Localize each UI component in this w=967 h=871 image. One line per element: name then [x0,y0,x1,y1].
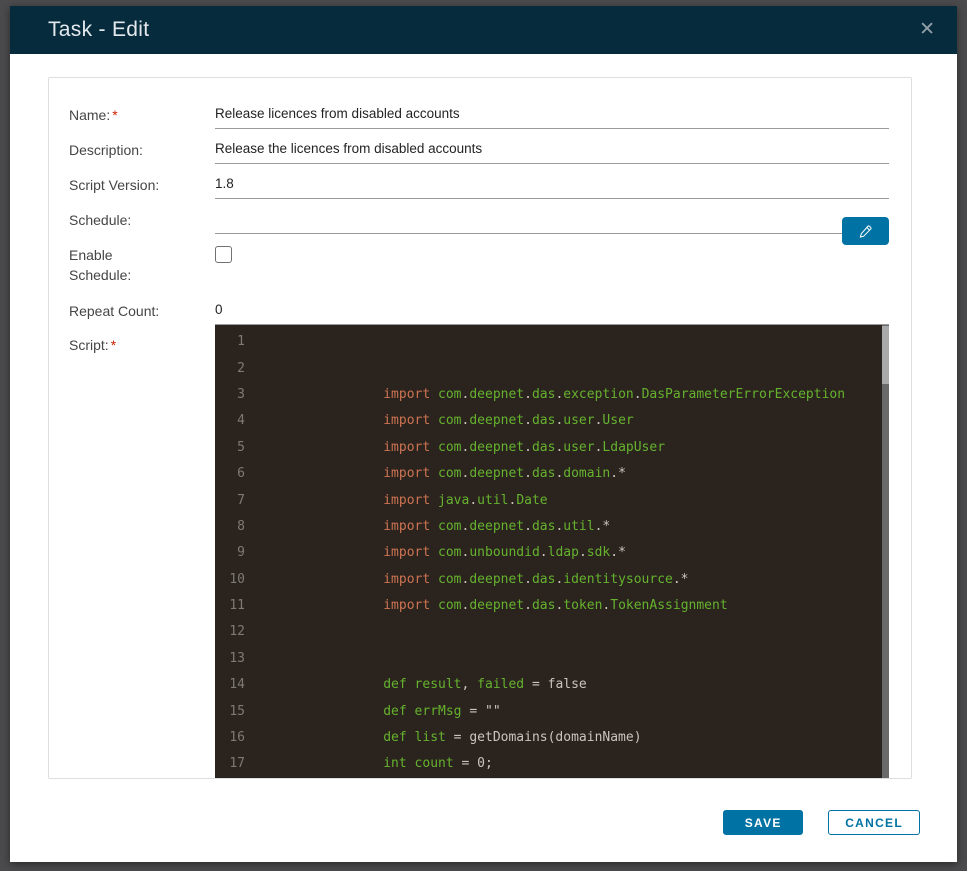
script-label-text: Script: [69,337,109,353]
code-line: 11 import com.deepnet.das.token.TokenAss… [215,593,889,619]
line-number: 16 [229,730,245,746]
modal-body: Name: * Release licences from disabled ac… [10,54,957,862]
name-value: Release licences from disabled accounts [215,106,460,121]
code-text: import com.unboundid.ldap.sdk.* [383,545,626,561]
enable-schedule-checkbox[interactable] [215,246,232,263]
code-line: 10 import com.deepnet.das.identitysource… [215,567,889,593]
code-line: 1 [215,329,889,355]
save-button[interactable]: SAVE [723,810,804,835]
line-number: 9 [237,545,245,561]
code-line: 14 def result, failed = false [215,672,889,698]
code-text: import java.util.Date [383,492,548,508]
modal-header: Task - Edit ✕ [10,6,957,54]
line-number: 4 [237,413,245,429]
description-value: Release the licences from disabled accou… [215,141,483,156]
required-asterisk: * [110,337,117,353]
page-background: Task - Edit ✕ Name: * Release licences fr… [0,0,967,871]
code-lines: 123 import com.deepnet.das.exception.Das… [215,329,889,778]
editor-scrollbar[interactable] [882,325,889,778]
name-label-text: Name: [69,107,111,123]
code-line: 4 import com.deepnet.das.user.User [215,408,889,434]
form-row-script: Script: * 123 import com.deepnet.das.exce… [69,325,889,778]
line-number: 12 [229,624,245,640]
code-text: def list = getDomains(domainName) [383,730,642,746]
modal-footer: SAVE CANCEL [48,810,920,835]
line-number: 11 [229,598,245,614]
code-text: def result, failed = false [383,677,587,693]
schedule-label: Schedule: [69,199,215,234]
editor-scrollbar-thumb[interactable] [882,326,889,384]
close-icon[interactable]: ✕ [917,18,937,41]
code-text: import com.deepnet.das.domain.* [383,466,626,482]
code-text: import com.deepnet.das.user.User [383,413,634,429]
code-text: int count = 0; [383,756,493,772]
code-line: 7 import java.util.Date [215,487,889,513]
enable-schedule-label: Enable Schedule: [69,234,215,290]
cancel-button[interactable]: CANCEL [828,810,920,835]
code-line: 8 import com.deepnet.das.util.* [215,514,889,540]
form-row-schedule: Schedule: [69,199,889,245]
repeat-count-value: 0 [215,302,223,317]
code-text: import com.deepnet.das.token.TokenAssign… [383,598,728,614]
script-version-input[interactable]: 1.8 [215,164,889,199]
script-version-label-text: Script Version: [69,177,160,193]
modal-title: Task - Edit [48,18,150,41]
form-row-script-version: Script Version: 1.8 [69,164,889,199]
form-card: Name: * Release licences from disabled ac… [48,77,912,779]
code-text: import com.deepnet.das.user.LdapUser [383,439,666,455]
code-line: 12 [215,619,889,645]
line-number: 7 [237,492,245,508]
description-label: Description: [69,129,215,164]
code-line: 5 import com.deepnet.das.user.LdapUser [215,435,889,461]
description-input[interactable]: Release the licences from disabled accou… [215,129,889,164]
repeat-count-input[interactable]: 0 [215,290,889,325]
line-number: 5 [237,439,245,455]
enable-schedule-label-text: Enable Schedule: [69,247,132,283]
script-version-label: Script Version: [69,164,215,199]
repeat-count-label-text: Repeat Count: [69,303,160,319]
repeat-count-label: Repeat Count: [69,290,215,325]
name-label: Name: * [69,94,215,129]
code-line: 16 def list = getDomains(domainName) [215,725,889,751]
form-row-description: Description: Release the licences from d… [69,129,889,164]
code-line: 6 import com.deepnet.das.domain.* [215,461,889,487]
script-version-value: 1.8 [215,176,234,191]
required-asterisk: * [112,107,118,123]
line-number: 1 [237,334,245,350]
code-line: 13 [215,646,889,672]
schedule-input[interactable] [215,199,889,245]
code-text: def errMsg = "" [383,703,501,719]
code-editor[interactable]: 123 import com.deepnet.das.exception.Das… [215,325,889,778]
code-line: 2 [215,355,889,381]
line-number: 14 [229,677,245,693]
line-number: 17 [229,756,245,772]
line-number: 6 [237,466,245,482]
name-input[interactable]: Release licences from disabled accounts [215,94,889,129]
code-line: 17 int count = 0; [215,751,889,777]
description-label-text: Description: [69,142,143,158]
line-number: 8 [237,518,245,534]
enable-schedule-control [215,234,889,290]
code-text: import com.deepnet.das.identitysource.* [383,571,689,587]
code-text: import com.deepnet.das.exception.DasPara… [383,386,846,402]
task-edit-modal: Task - Edit ✕ Name: * Release licences fr… [10,6,957,862]
script-label: Script: * [69,325,215,778]
code-text: import com.deepnet.das.util.* [383,518,611,534]
line-number: 10 [229,571,245,587]
code-line: 9 import com.unboundid.ldap.sdk.* [215,540,889,566]
schedule-label-text: Schedule: [69,212,132,228]
line-number: 2 [237,360,245,376]
form-row-repeat-count: Repeat Count: 0 [69,290,889,325]
code-line: 3 import com.deepnet.das.exception.DasPa… [215,382,889,408]
line-number: 13 [229,650,245,666]
form-row-enable-schedule: Enable Schedule: [69,234,889,290]
script-editor-wrap: 123 import com.deepnet.das.exception.Das… [215,325,889,778]
form-row-name: Name: * Release licences from disabled ac… [69,94,889,129]
line-number: 15 [229,703,245,719]
code-line: 15 def errMsg = "" [215,698,889,724]
line-number: 3 [237,386,245,402]
